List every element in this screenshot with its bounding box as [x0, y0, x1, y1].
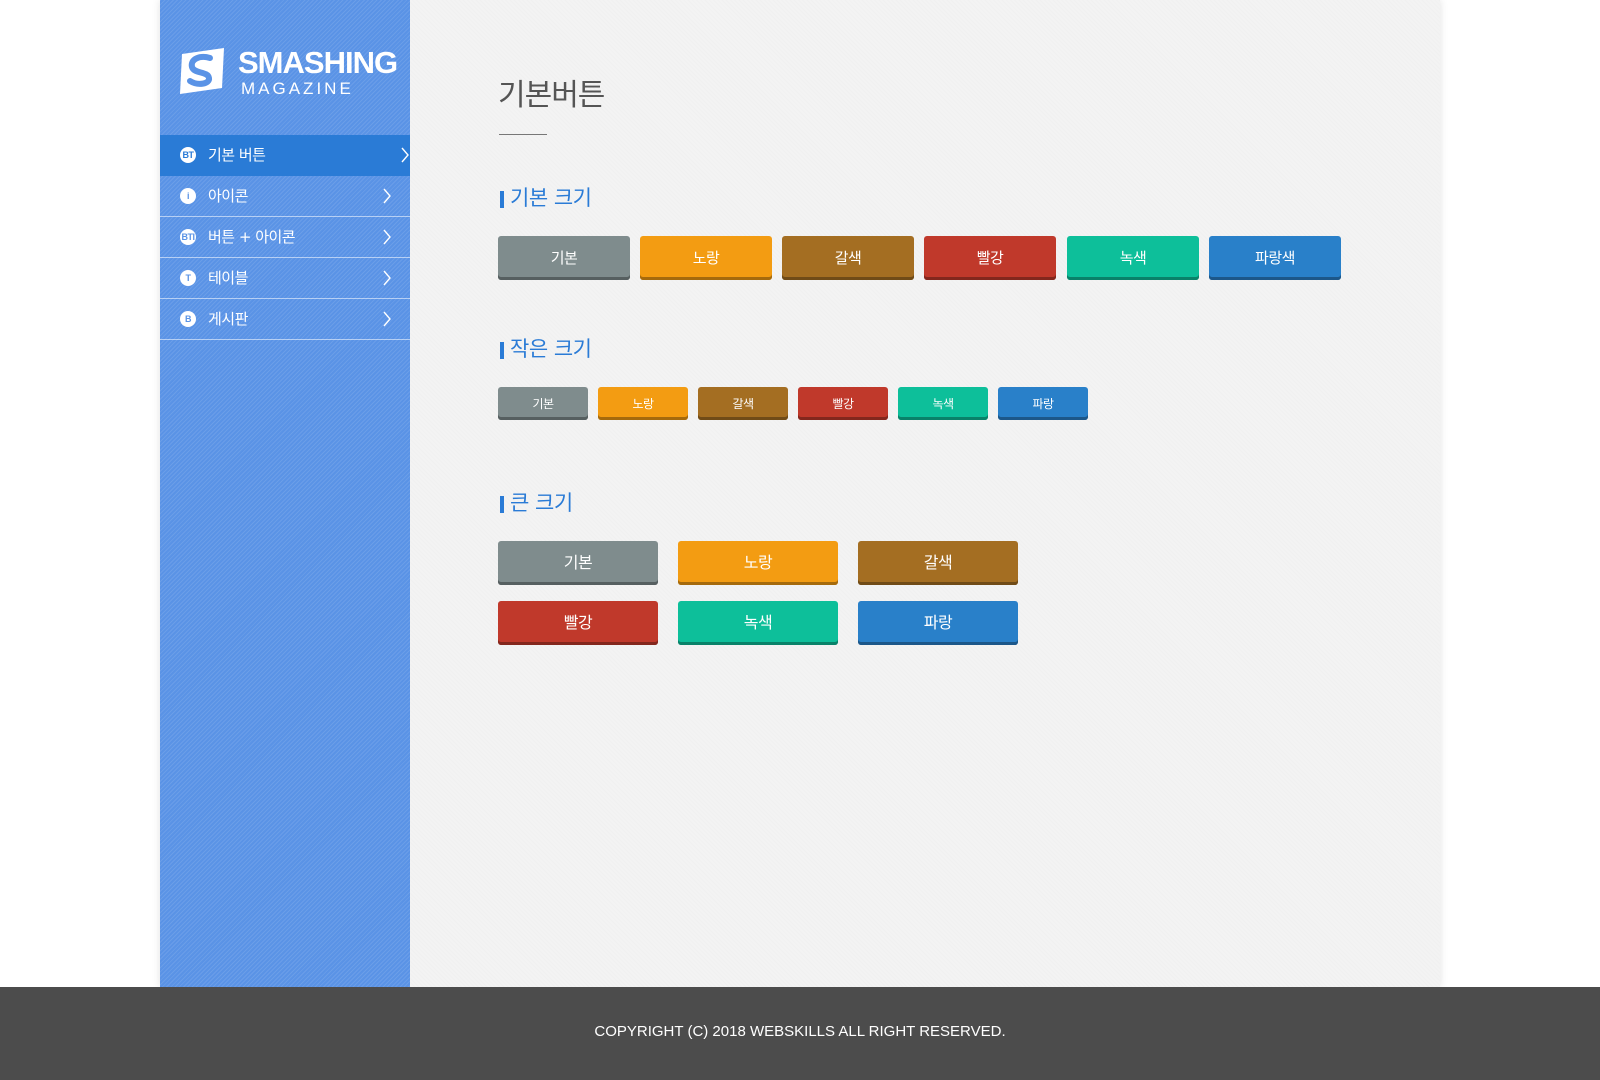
small-gray-button[interactable]: 기본	[498, 387, 588, 420]
section-title-large-size: 큰 크기	[498, 490, 573, 516]
default-red-button[interactable]: 빨강	[924, 236, 1056, 280]
section-marker	[500, 342, 504, 359]
sidebar-nav: BT 기본 버튼 i 아이콘 BTI 버튼 + 아이콘 T 테이블 B 게시판	[160, 135, 430, 340]
default-blue-button[interactable]: 파랑색	[1209, 236, 1341, 280]
small-green-button[interactable]: 녹색	[898, 387, 988, 420]
page-container: SMASHING MAGAZINE BT 기본 버튼 i 아이콘 BTI 버튼 …	[160, 0, 1440, 987]
section-marker	[500, 496, 504, 513]
info-badge-icon: i	[180, 188, 196, 204]
small-yellow-button[interactable]: 노랑	[598, 387, 688, 420]
footer: COPYRIGHT (C) 2018 WEBSKILLS ALL RIGHT R…	[0, 987, 1600, 1080]
title-divider	[499, 134, 547, 135]
bti-badge-icon: BTI	[180, 229, 196, 245]
main-content: 기본버튼 기본 크기 기본 노랑 갈색 빨강 녹색 파랑색 작은 크기 기본 노…	[410, 0, 1440, 987]
chevron-right-icon	[401, 147, 409, 163]
large-green-button[interactable]: 녹색	[678, 601, 838, 645]
default-yellow-button[interactable]: 노랑	[640, 236, 772, 280]
chevron-right-icon	[383, 270, 391, 286]
smashing-logo-icon	[180, 48, 224, 94]
chevron-right-icon	[383, 311, 391, 327]
chevron-right-icon	[383, 188, 391, 204]
default-brown-button[interactable]: 갈색	[782, 236, 914, 280]
section-title-small-size: 작은 크기	[498, 336, 592, 362]
sidebar-item-icons[interactable]: i 아이콘	[160, 176, 410, 217]
default-gray-button[interactable]: 기본	[498, 236, 630, 280]
logo-subtitle: MAGAZINE	[241, 79, 354, 98]
sidebar-item-basic-buttons[interactable]: BT 기본 버튼	[160, 135, 430, 176]
section-title-default-size: 기본 크기	[498, 185, 592, 211]
sidebar-item-table[interactable]: T 테이블	[160, 258, 410, 299]
copyright-text: COPYRIGHT (C) 2018 WEBSKILLS ALL RIGHT R…	[594, 1023, 1006, 1040]
chevron-right-icon	[383, 229, 391, 245]
sidebar-item-label: 게시판	[208, 310, 248, 328]
sidebar-item-board[interactable]: B 게시판	[160, 299, 410, 340]
b-badge-icon: B	[180, 311, 196, 327]
t-badge-icon: T	[180, 270, 196, 286]
small-brown-button[interactable]: 갈색	[698, 387, 788, 420]
sidebar-item-button-icon[interactable]: BTI 버튼 + 아이콘	[160, 217, 410, 258]
sidebar-item-label: 버튼 + 아이콘	[208, 228, 296, 246]
section-marker	[500, 191, 504, 208]
sidebar: SMASHING MAGAZINE BT 기본 버튼 i 아이콘 BTI 버튼 …	[160, 0, 430, 987]
sidebar-item-label: 아이콘	[208, 187, 248, 205]
sidebar-item-label: 테이블	[208, 269, 248, 287]
large-yellow-button[interactable]: 노랑	[678, 541, 838, 585]
large-brown-button[interactable]: 갈색	[858, 541, 1018, 585]
bt-badge-icon: BT	[180, 147, 196, 163]
default-green-button[interactable]: 녹색	[1067, 236, 1199, 280]
large-red-button[interactable]: 빨강	[498, 601, 658, 645]
large-gray-button[interactable]: 기본	[498, 541, 658, 585]
section-title-text: 작은 크기	[510, 337, 592, 361]
page-title: 기본버튼	[498, 78, 605, 113]
smashing-logo[interactable]: SMASHING MAGAZINE	[176, 45, 398, 100]
section-title-text: 큰 크기	[510, 491, 573, 515]
small-red-button[interactable]: 빨강	[798, 387, 888, 420]
small-blue-button[interactable]: 파랑	[998, 387, 1088, 420]
large-blue-button[interactable]: 파랑	[858, 601, 1018, 645]
sidebar-item-label: 기본 버튼	[208, 146, 266, 164]
logo-wordmark: SMASHING	[238, 45, 398, 80]
section-title-text: 기본 크기	[510, 186, 592, 210]
